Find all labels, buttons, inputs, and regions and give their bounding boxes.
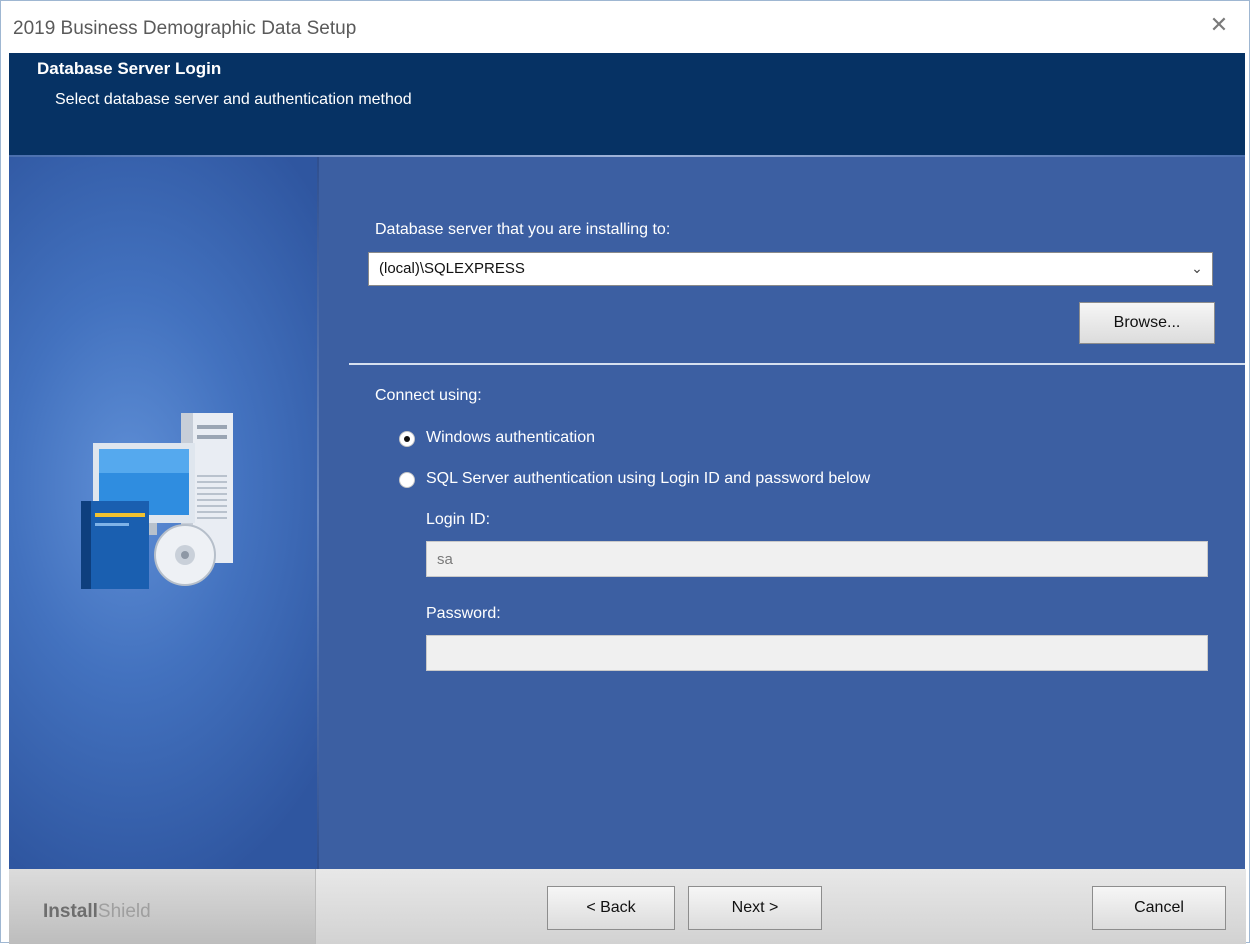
page-title: Database Server Login <box>37 59 222 78</box>
login-id-field[interactable]: sa <box>426 541 1208 577</box>
next-button[interactable]: Next > <box>688 886 822 930</box>
sql-auth-radio[interactable] <box>399 472 415 488</box>
server-value: (local)\SQLEXPRESS <box>379 260 525 277</box>
browse-label: Browse... <box>1113 314 1181 331</box>
window-title: 2019 Business Demographic Data Setup <box>13 18 357 39</box>
footer-bar: InstallShield < Back Next > Cancel <box>9 869 1246 944</box>
brand-panel: InstallShield <box>9 869 315 944</box>
cancel-button[interactable]: Cancel <box>1092 886 1226 930</box>
sql-auth-label[interactable]: SQL Server authentication using Login ID… <box>426 470 870 488</box>
windows-auth-label[interactable]: Windows authentication <box>426 429 595 447</box>
section-divider <box>349 363 1245 365</box>
side-panel <box>9 157 317 869</box>
login-id-label: Login ID: <box>426 511 491 528</box>
cancel-label: Cancel <box>1134 899 1184 916</box>
password-label: Password: <box>426 605 501 622</box>
page-header: Database Server Login Select database se… <box>9 53 1245 157</box>
logo-part1: Install <box>43 901 98 922</box>
back-button[interactable]: < Back <box>547 886 675 930</box>
side-panel-edge <box>317 157 319 869</box>
chevron-down-icon[interactable]: ⌄ <box>1190 258 1204 278</box>
connect-label: Connect using: <box>375 387 482 404</box>
server-label: Database server that you are installing … <box>375 221 671 238</box>
content-panel: Database server that you are installing … <box>9 157 1245 869</box>
setup-window: 2019 Business Demographic Data Setup ✕ D… <box>0 0 1250 944</box>
server-dropdown[interactable]: (local)\SQLEXPRESS ⌄ <box>368 252 1213 286</box>
installshield-logo: InstallShield <box>43 901 151 923</box>
back-label: < Back <box>586 899 636 916</box>
page-subtitle: Select database server and authenticatio… <box>55 91 412 108</box>
login-id-value: sa <box>437 551 453 568</box>
password-field[interactable] <box>426 635 1208 671</box>
windows-auth-radio[interactable] <box>399 431 415 447</box>
computer-with-disc-icon <box>81 413 233 589</box>
next-label: Next > <box>731 899 779 916</box>
title-bar: 2019 Business Demographic Data Setup ✕ <box>1 1 1249 53</box>
logo-part2: Shield <box>97 901 151 922</box>
close-icon[interactable]: ✕ <box>1205 11 1233 39</box>
browse-button[interactable]: Browse... <box>1079 302 1215 344</box>
